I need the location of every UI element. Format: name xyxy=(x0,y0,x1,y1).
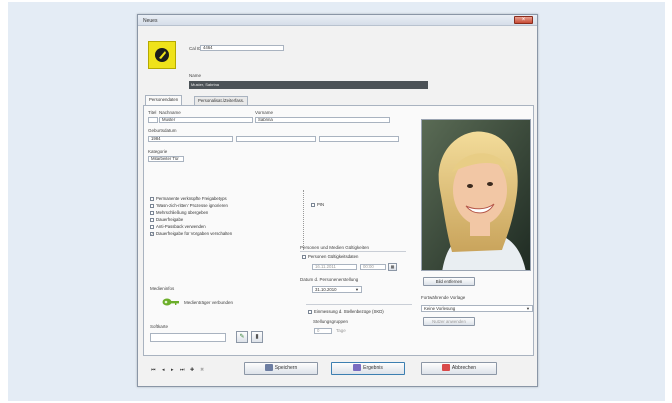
id-field[interactable]: 4464 xyxy=(200,45,284,51)
card-field[interactable] xyxy=(150,333,226,342)
window-title: Neues xyxy=(143,18,158,24)
validity-date-field[interactable]: 16.11.2011 xyxy=(312,264,357,270)
extra-field-2[interactable] xyxy=(319,136,399,142)
firstname-label: Vorname xyxy=(255,110,274,115)
remove-card-icon[interactable]: ▮ xyxy=(251,331,263,343)
first-record-icon[interactable]: ⏮ xyxy=(151,367,156,373)
name-label: Name xyxy=(189,73,202,78)
key-icon xyxy=(162,298,180,306)
save-button[interactable]: Speichern xyxy=(244,362,318,375)
registration-unit: Tage xyxy=(336,328,346,333)
registration-separator xyxy=(306,304,412,305)
checkbox-icon xyxy=(311,202,315,207)
checkbox-dauerfreigabe-vorgaben[interactable]: ✓ Dauerfreigabe für Vorgaben verschalten xyxy=(150,231,232,237)
firstname-field[interactable]: Sabrina xyxy=(255,117,390,123)
card-label: Softkarte xyxy=(150,324,169,329)
person-dialog: Neues × Cal ID 4464 Name Muster, Sabrina… xyxy=(137,14,538,387)
cancel-icon xyxy=(441,364,450,372)
title-label: Titel xyxy=(148,110,157,115)
close-button[interactable]: × xyxy=(514,16,533,24)
person-photo xyxy=(421,119,531,271)
add-record-icon[interactable]: ✚ xyxy=(190,367,194,373)
category-label: Kategorie xyxy=(148,149,168,154)
apply-profile-button[interactable]: Nutzer anwenden xyxy=(423,317,475,326)
save-icon xyxy=(264,364,273,372)
cancel-button[interactable]: Abbrechen xyxy=(421,362,497,375)
registration-days-field[interactable]: 0 xyxy=(314,328,332,334)
checkbox-mehrschliessung[interactable]: Mehrschließung übergeben xyxy=(150,210,208,216)
media-label: Medieninfos xyxy=(150,286,175,291)
delete-record-icon[interactable]: ✖ xyxy=(200,367,204,373)
checkbox-ignore-process[interactable]: 'Wasn-zich-ritten' Prozesse ignorieren xyxy=(150,203,228,209)
checkbox-anti-passback[interactable]: Anti-Passback verwenden xyxy=(150,224,206,230)
assign-card-icon[interactable]: ✎ xyxy=(236,331,248,343)
extra-field-1[interactable] xyxy=(236,136,316,142)
checkbox-icon xyxy=(150,210,154,215)
chevron-down-icon: ▼ xyxy=(526,306,530,311)
registration-checkbox[interactable]: Einmessung d. Stellenbezüge (SKD) xyxy=(308,309,384,315)
divider xyxy=(303,190,304,250)
checkbox-checked-icon: ✓ xyxy=(150,231,154,236)
birthdate-label: Geburtsdatum xyxy=(148,128,177,133)
checkbox-icon xyxy=(150,196,154,201)
validity-separator xyxy=(300,251,406,252)
validity-checkbox[interactable]: Personen Gültigkeitsdaten xyxy=(302,254,358,260)
last-record-icon[interactable]: ⏭ xyxy=(180,367,185,373)
delete-photo-button[interactable]: Bild entfernen xyxy=(423,277,475,286)
checkbox-icon xyxy=(302,254,306,259)
app-logo xyxy=(148,41,176,69)
creation-date-select[interactable]: 31.10.2010 ▼ xyxy=(312,286,362,293)
title-field[interactable] xyxy=(148,117,158,123)
category-field[interactable]: Mitarbeiter Tür xyxy=(148,156,184,162)
profile-label: Fortwährende Vorlage xyxy=(421,295,466,300)
surname-label: Nachname xyxy=(159,110,181,115)
checkbox-icon xyxy=(150,203,154,208)
media-status: Medienträger verbunden xyxy=(184,300,234,305)
creation-date-label: Datum d. Personenerstellung xyxy=(300,277,359,282)
continue-button[interactable]: Ergebnis xyxy=(331,362,405,375)
key-logo-icon xyxy=(155,48,169,62)
next-record-icon[interactable]: ▸ xyxy=(171,367,174,373)
checkbox-icon xyxy=(308,309,312,314)
profile-select[interactable]: Keine Vorlesung ▼ xyxy=(421,305,533,312)
validity-time-field[interactable]: 00:00 xyxy=(360,264,386,270)
wizard-icon xyxy=(353,364,362,372)
surname-field[interactable]: Muster xyxy=(159,117,253,123)
prev-record-icon[interactable]: ◂ xyxy=(162,367,165,373)
checkbox-icon xyxy=(150,217,154,222)
checkbox-icon xyxy=(150,224,154,229)
registration-sub-label: Stellungsgruppen xyxy=(313,319,349,324)
tab-personendaten[interactable]: Personendaten xyxy=(145,95,183,105)
title-bar: Neues × xyxy=(138,15,537,26)
checkbox-dauerfreigabe[interactable]: Dauerfreigabe xyxy=(150,217,183,223)
chevron-down-icon: ▼ xyxy=(355,287,359,292)
calendar-icon[interactable]: ▦ xyxy=(388,263,397,271)
pin-checkbox[interactable]: PIN xyxy=(311,202,324,208)
checkbox-permanent[interactable]: Permanente verknüpfte Freigabetyps xyxy=(150,196,227,202)
birthdate-field[interactable]: 1984 xyxy=(148,136,233,142)
tab-personalisation[interactable]: Personalisat./Zeiterfass. xyxy=(194,96,249,105)
validity-section-label: Personen und Medien Gültigkeiten xyxy=(300,245,370,250)
name-display: Muster, Sabrina xyxy=(189,81,428,89)
